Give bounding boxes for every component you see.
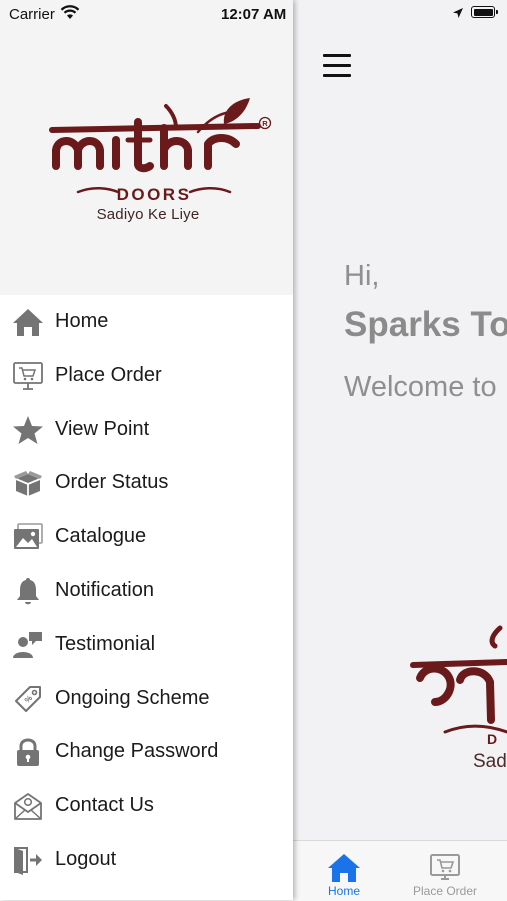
bell-icon <box>17 577 39 605</box>
menu-item-ongoing-scheme[interactable]: % Ongoing Scheme <box>0 672 293 726</box>
tab-home[interactable]: Home <box>293 841 395 901</box>
cart-monitor-icon <box>13 361 43 390</box>
wifi-icon <box>60 5 80 19</box>
menu-item-logout[interactable]: Logout <box>0 833 293 887</box>
brand-tagline: Sadiyo Ke Liye <box>96 206 200 223</box>
svg-text:D: D <box>487 731 497 747</box>
status-bar: Carrier 12:07 AM <box>0 0 507 28</box>
tag-icon: % <box>15 685 41 712</box>
drawer-menu: Home Place Order View Point Order Status… <box>0 295 293 887</box>
user-name: Sparks To <box>344 305 507 344</box>
greeting-text: Hi, <box>344 260 380 292</box>
box-icon <box>14 471 42 497</box>
hamburger-menu-icon[interactable] <box>323 54 351 82</box>
menu-item-label: Catalogue <box>55 525 147 548</box>
menu-item-label: Notification <box>55 578 154 601</box>
welcome-text: Welcome to M <box>344 371 507 403</box>
menu-item-place-order[interactable]: Place Order <box>0 349 293 403</box>
tab-place-order[interactable]: Place Order <box>395 841 495 901</box>
menu-item-label: Place Order <box>55 363 162 386</box>
menu-item-label: Ongoing Scheme <box>55 686 210 709</box>
gallery-icon <box>14 523 43 550</box>
brand-tagline-partial: Sadi <box>473 751 507 772</box>
carrier-label: Carrier <box>9 6 55 23</box>
menu-item-label: Logout <box>55 847 117 870</box>
tab-place-order-label: Place Order <box>412 884 478 898</box>
tab-home-label: Home <box>327 884 360 898</box>
menu-item-catalogue[interactable]: Catalogue <box>0 510 293 564</box>
cart-monitor-icon <box>430 854 460 880</box>
clock-time: 12:07 AM <box>221 6 287 23</box>
menu-item-testimonial[interactable]: Testimonial <box>0 618 293 672</box>
star-icon <box>13 415 43 444</box>
logout-icon <box>14 846 42 875</box>
menu-item-label: Testimonial <box>55 632 156 655</box>
brand-logo: D <box>410 625 507 747</box>
svg-text:R: R <box>262 119 268 128</box>
battery-icon <box>471 6 498 18</box>
menu-item-label: Contact Us <box>55 794 154 817</box>
menu-item-label: View Point <box>55 417 150 440</box>
menu-item-contact-us[interactable]: Contact Us <box>0 779 293 833</box>
brand-logo: R DOORS <box>49 98 272 204</box>
menu-item-view-point[interactable]: View Point <box>0 403 293 457</box>
testimonial-icon <box>13 631 42 658</box>
home-icon <box>328 854 360 882</box>
tab-bar: Home Place Order <box>293 840 507 901</box>
location-arrow-icon <box>453 8 463 18</box>
drawer-header: R DOORS Sadiyo Ke Liye <box>0 0 293 295</box>
lock-icon <box>17 738 39 767</box>
menu-item-notification[interactable]: Notification <box>0 564 293 618</box>
menu-item-order-status[interactable]: Order Status <box>0 456 293 510</box>
logo-doors-text: DOORS <box>117 185 192 204</box>
menu-item-change-password[interactable]: Change Password <box>0 725 293 779</box>
menu-item-home[interactable]: Home <box>0 295 293 349</box>
menu-item-label: Change Password <box>55 740 219 763</box>
menu-item-label: Order Status <box>55 471 169 494</box>
contact-icon <box>14 793 42 821</box>
home-icon <box>13 309 43 336</box>
navigation-drawer: R DOORS Sadiyo Ke Liye Home Place Order <box>0 0 293 900</box>
menu-item-label: Home <box>55 310 109 332</box>
